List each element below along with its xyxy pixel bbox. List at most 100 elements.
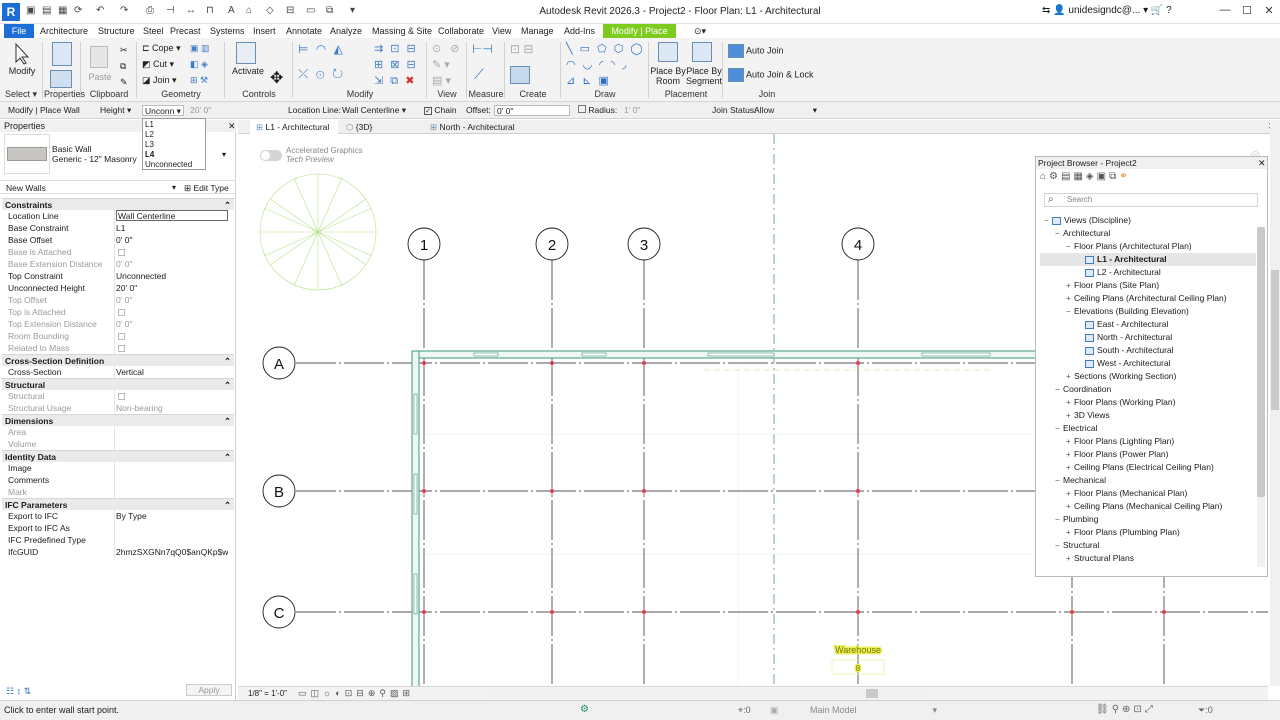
home-icon[interactable]: ⌂ [1040,171,1049,182]
expand-icon[interactable]: + [1066,448,1074,461]
active-model-select[interactable]: Main Model ▾ [810,705,940,716]
browser-item[interactable]: + Floor Plans (Mechanical Plan) [1040,487,1256,500]
dropdown-option-unconnected[interactable]: Unconnected [145,160,203,170]
copy-move-array-icons[interactable]: ⇉ ⊡ ⊟ [374,42,418,55]
height-mode-select[interactable]: Height ▾ [100,105,138,116]
browser-item[interactable]: − Electrical [1040,422,1256,435]
browser-item[interactable]: L1 - Architectural [1040,253,1256,266]
browser-item[interactable]: − Views (Discipline) [1040,214,1256,227]
accelerated-graphics-toggle[interactable] [260,150,282,161]
expand-icon[interactable]: + [1066,461,1074,474]
radius-checkbox[interactable]: Radius: [578,105,617,116]
open-folder-icon[interactable]: ▤ [42,5,51,19]
tab-structure[interactable]: Structure [98,24,135,38]
split-face-icon[interactable]: ▣ ▥ [190,42,210,54]
offset-input[interactable]: 0' 0" [494,105,570,116]
user-name[interactable]: unidesigndc@... [1068,5,1140,16]
browser-item[interactable]: − Architectural [1040,227,1256,240]
browser-item[interactable]: − Structural [1040,539,1256,552]
canvas-scrollbar-vertical[interactable] [1270,120,1280,686]
browser-item[interactable]: West - Architectural [1040,357,1256,370]
expand-icon[interactable]: + [1066,500,1074,513]
collapse-icon[interactable]: − [1055,383,1063,396]
browser-scrollbar[interactable] [1257,227,1265,567]
revit-logo-icon[interactable]: R [2,3,20,21]
panel-label-select[interactable]: Select ▾ [0,89,42,99]
apply-button[interactable]: Apply [186,684,232,696]
view-tab[interactable]: ⬡ {3D} [340,120,416,134]
location-line-select[interactable]: Wall Centerline ▾ [342,105,410,116]
print-icon[interactable]: ⎙ [146,5,154,19]
wall-joins-icon[interactable]: ⊞ ⚒ [190,74,208,86]
ribbon-options-icon[interactable]: ⊙▾ [694,24,706,38]
sheets-icon[interactable]: ▤ [1061,171,1073,182]
property-group-constraints[interactable]: Constraints ⌃ [2,198,234,210]
browser-item[interactable]: + Ceiling Plans (Electrical Ceiling Plan) [1040,461,1256,474]
align-dimension-icon[interactable]: ↔ [186,5,196,19]
property-value[interactable]: L1 [116,222,228,234]
browser-item[interactable]: +3D Views [1040,409,1256,422]
chain-checkbox[interactable]: ✓ Chain [424,105,457,116]
tab-view[interactable]: View [492,24,511,38]
browser-item[interactable]: + Ceiling Plans (Architectural Ceiling Pl… [1040,292,1256,305]
activate-controls-icon[interactable] [236,42,256,64]
tab-file[interactable]: File [4,24,34,38]
link-icon[interactable]: ⚭ [1119,171,1130,182]
instance-filter-select[interactable]: New Walls [6,183,46,193]
tab-collaborate[interactable]: Collaborate [438,24,484,38]
modify-button[interactable] [10,42,34,66]
collapse-icon[interactable]: − [1066,240,1074,253]
property-group-cross-section-definition[interactable]: Cross-Section Definition ⌃ [2,354,234,366]
place-by-room-icon[interactable] [658,42,678,62]
3d-view-icon[interactable]: ⌂ [246,5,252,19]
cut-geometry-button[interactable]: ◩ Cut ▾ [142,58,174,70]
override-graphics-icon[interactable]: ✎ ▾ [432,58,450,71]
sync-icon[interactable]: ⟳ [74,5,82,19]
paint-icon[interactable]: ◧ ◈ [190,58,208,70]
place-by-segment-label[interactable]: Place By Segment [684,66,724,86]
property-value[interactable]: By Type [116,510,228,522]
aligned-dimension-icon[interactable]: ⟋ [474,66,484,83]
communication-icon[interactable]: ⇆ [1042,5,1053,16]
tab-insert[interactable]: Insert [253,24,276,38]
view-tab[interactable]: ⊞ North - Architectural [424,120,534,134]
canvas-scrollbar-horizontal[interactable] [488,689,928,698]
settings-icon[interactable]: ⚙ [1049,171,1061,182]
collapse-icon[interactable]: − [1066,305,1074,318]
expand-icon[interactable]: + [1066,552,1074,565]
collapse-icon[interactable]: − [1055,422,1063,435]
undo-icon[interactable]: ↶ [96,5,104,19]
tab-annotate[interactable]: Annotate [286,24,322,38]
tab-steel[interactable]: Steel [143,24,164,38]
view-controls[interactable]: ▭◫☼◐⊡⊟⊕⚲▨⊞ [298,688,414,699]
close-properties-icon[interactable]: ✕ [228,121,236,132]
switch-windows-icon[interactable]: ⧉ [326,5,333,19]
collapse-icon[interactable]: − [1055,513,1063,526]
expand-icon[interactable]: + [1066,487,1074,500]
links-icon[interactable]: ⧉ [1109,171,1119,182]
align-offset-mirror-icons[interactable]: ⊨ ◠ ◭ [298,42,345,56]
dropdown-option-l1[interactable]: L1 [145,120,203,130]
browser-item[interactable]: North - Architectural [1040,331,1256,344]
property-group-identity-data[interactable]: Identity Data ⌃ [2,450,234,462]
auto-join-lock-button[interactable]: Auto Join & Lock [728,68,814,84]
browser-item[interactable]: − Coordination [1040,383,1256,396]
browser-item[interactable]: + Floor Plans (Site Plan) [1040,279,1256,292]
tab-precast[interactable]: Precast [170,24,201,38]
auto-join-button[interactable]: Auto Join [728,44,784,60]
browser-search-input[interactable]: Search [1044,193,1258,207]
thin-lines-icon[interactable]: ⊟ [286,5,294,19]
close-hidden-icon[interactable]: ▭ [306,5,315,19]
view-tab[interactable]: ⊞ L1 - Architectural ✕ [250,120,338,146]
tab-architecture[interactable]: Architecture [40,24,88,38]
type-properties-icon[interactable] [52,42,72,66]
property-group-ifc-parameters[interactable]: IFC Parameters ⌃ [2,498,234,510]
match-type-icon[interactable]: ✎ [120,76,128,88]
expand-icon[interactable]: + [1066,370,1074,383]
linework-icon[interactable]: ▤ ▾ [432,74,451,87]
draw-arc-icons[interactable]: ◠ ◡ ◜ ◝ ◞ [566,58,628,71]
collapse-icon[interactable]: − [1044,214,1052,227]
design-options-icon[interactable]: ▣ [770,705,779,716]
property-value[interactable]: 20' 0" [116,282,228,294]
close-browser-icon[interactable]: ✕ [1258,158,1266,169]
